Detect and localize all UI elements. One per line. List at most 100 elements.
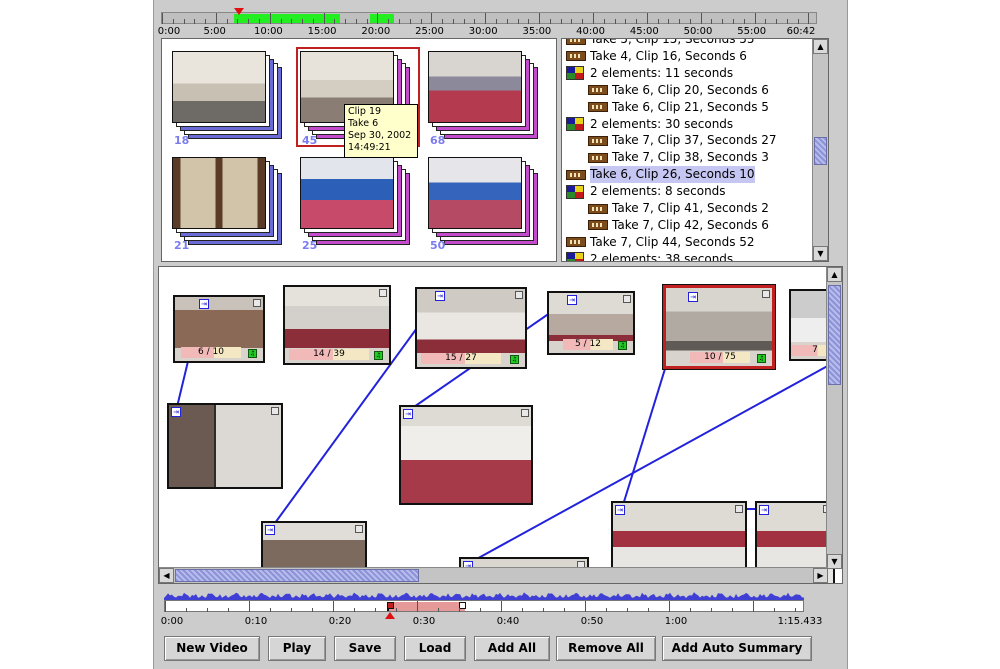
- audio-indicator-icon: ♫: [374, 351, 383, 360]
- link-port-icon[interactable]: ⇥: [171, 407, 181, 417]
- clip-stack[interactable]: [172, 51, 282, 139]
- scroll-thumb[interactable]: [814, 137, 827, 165]
- play-button[interactable]: Play: [268, 636, 326, 661]
- tree-group-item[interactable]: 2 elements: 8 seconds: [566, 183, 726, 200]
- tree-clip-item[interactable]: Take 6, Clip 20, Seconds 6: [588, 82, 769, 99]
- tree-clip-item[interactable]: Take 5, Clip 15, Seconds 55: [566, 39, 755, 48]
- clip-thumbnail[interactable]: [428, 51, 522, 123]
- tree-clip-item[interactable]: Take 4, Clip 16, Seconds 6: [566, 48, 747, 65]
- selection-end-handle[interactable]: [459, 602, 466, 609]
- scroll-up-arrow-icon[interactable]: ▲: [827, 267, 842, 282]
- timeline-tick: [215, 13, 217, 24]
- timeline-tick: [614, 19, 616, 24]
- add-all-button[interactable]: Add All: [474, 636, 550, 661]
- scroll-up-arrow-icon[interactable]: ▲: [813, 39, 828, 54]
- tree-clip-item[interactable]: Take 6, Clip 21, Seconds 5: [588, 99, 769, 116]
- timeline-tick: [366, 19, 368, 24]
- tree-item-label: Take 6, Clip 21, Seconds 5: [612, 99, 769, 114]
- card-corner-box[interactable]: [515, 291, 523, 299]
- storyboard-clip-card[interactable]: ⇥ 15 / 27 ♫: [415, 287, 527, 369]
- playhead-marker[interactable]: [385, 612, 395, 619]
- timeline-label: 30:00: [468, 26, 498, 37]
- timeline-tick: [668, 19, 670, 24]
- card-corner-box[interactable]: [253, 299, 261, 307]
- storyboard-clip-card[interactable]: ⇥ 10 / 75 ♫: [662, 284, 776, 370]
- link-port-icon[interactable]: ⇥: [199, 299, 209, 309]
- storyboard-clip-card[interactable]: ⇥ 6 / 10 ♫: [173, 295, 265, 363]
- card-corner-box[interactable]: [521, 409, 529, 417]
- link-port-icon[interactable]: ⇥: [265, 525, 275, 535]
- timeline-label: 25:00: [415, 26, 444, 37]
- card-corner-box[interactable]: [762, 290, 770, 298]
- card-corner-box[interactable]: [735, 505, 743, 513]
- tree-clip-item[interactable]: Take 7, Clip 44, Seconds 52: [566, 234, 755, 251]
- card-corner-box[interactable]: [355, 525, 363, 533]
- group-icon: [566, 184, 584, 199]
- link-port-icon[interactable]: ⇥: [567, 295, 577, 305]
- top-timeline-ruler[interactable]: [161, 12, 817, 24]
- storyboard-canvas[interactable]: ⇥ 6 / 10 ♫ 14 / 39 ♫ ⇥ 15 / 27 ♫ ⇥ 5 / 12 ♫ ⇥ 10 / 7…: [158, 266, 843, 584]
- load-button[interactable]: Load: [404, 636, 466, 661]
- tree-clip-item[interactable]: Take 7, Clip 41, Seconds 2: [588, 200, 769, 217]
- tree-vertical-scrollbar[interactable]: ▲ ▼: [812, 39, 828, 261]
- clip-thumbnail[interactable]: [172, 51, 266, 123]
- clip-stack[interactable]: [172, 157, 282, 245]
- tree-item-label: 2 elements: 38 seconds: [590, 251, 734, 262]
- link-port-icon[interactable]: ⇥: [403, 409, 413, 419]
- timeline-tick: [549, 19, 551, 24]
- link-port-icon[interactable]: ⇥: [435, 291, 445, 301]
- clip-stack[interactable]: [428, 51, 538, 139]
- scroll-thumb[interactable]: [175, 569, 419, 582]
- link-port-icon[interactable]: ⇥: [759, 505, 769, 515]
- card-corner-box[interactable]: [271, 407, 279, 415]
- clip-thumbnail[interactable]: [300, 157, 394, 229]
- clip-stack[interactable]: [300, 157, 410, 245]
- film-clip-icon: [588, 220, 608, 231]
- timeline-label: 10:00: [253, 26, 283, 37]
- bottom-timeline-ruler[interactable]: [164, 600, 804, 612]
- playhead-marker[interactable]: [234, 8, 244, 15]
- remove-all-button[interactable]: Remove All: [556, 636, 656, 661]
- waveform-path: [164, 592, 804, 600]
- scroll-down-arrow-icon[interactable]: ▼: [813, 246, 828, 261]
- timeline-tick: [669, 601, 670, 612]
- storyboard-clip-card[interactable]: ⇥: [399, 405, 533, 505]
- scroll-left-arrow-icon[interactable]: ◀: [159, 568, 174, 583]
- bottom-timeline[interactable]: 0:00 0:10 0:20 0:30 0:40 0:50 1:00 1:15.433: [161, 590, 839, 630]
- timeline-tick: [291, 19, 293, 24]
- video-editor-window: 0:00 5:00 10:00 15:00 20:00 25:00 30:00 35:00 40…: [153, 0, 848, 669]
- tree-clip-item[interactable]: Take 7, Clip 38, Seconds 3: [588, 149, 769, 166]
- timeline-tick: [312, 608, 313, 612]
- top-timeline[interactable]: 0:00 5:00 10:00 15:00 20:00 25:00 30:00 35:00 40…: [158, 8, 817, 38]
- tree-clip-item[interactable]: Take 7, Clip 37, Seconds 27: [588, 132, 777, 149]
- tree-group-item[interactable]: 2 elements: 38 seconds: [566, 251, 734, 262]
- card-corner-box[interactable]: [379, 289, 387, 297]
- timeline-tick: [207, 608, 208, 612]
- link-port-icon[interactable]: ⇥: [688, 292, 698, 302]
- link-port-icon[interactable]: ⇥: [615, 505, 625, 515]
- clip-stack[interactable]: [428, 157, 538, 245]
- scroll-thumb[interactable]: [828, 285, 841, 385]
- card-corner-box[interactable]: [623, 295, 631, 303]
- tree-clip-item[interactable]: Take 6, Clip 26, Seconds 10: [566, 166, 755, 184]
- tree-clip-item[interactable]: Take 7, Clip 42, Seconds 6: [588, 217, 769, 234]
- clip-thumbnail[interactable]: [172, 157, 266, 229]
- tree-item-label: Take 7, Clip 38, Seconds 3: [612, 150, 769, 165]
- new-video-button[interactable]: New Video: [164, 636, 260, 661]
- scroll-right-arrow-icon[interactable]: ▶: [813, 568, 828, 583]
- timeline-tick: [539, 13, 541, 24]
- canvas-vertical-scrollbar[interactable]: ▲ ▼: [826, 267, 842, 569]
- canvas-horizontal-scrollbar[interactable]: ◀ ▶: [159, 567, 828, 583]
- tree-group-item[interactable]: 2 elements: 11 seconds: [566, 65, 733, 82]
- save-button[interactable]: Save: [334, 636, 396, 661]
- clip-thumbnail[interactable]: [428, 157, 522, 229]
- selection-start-handle[interactable]: [387, 602, 394, 609]
- storyboard-clip-card[interactable]: 14 / 39 ♫: [283, 285, 391, 365]
- storyboard-clip-card[interactable]: ⇥ 5 / 12 ♫: [547, 291, 635, 355]
- scroll-down-arrow-icon[interactable]: ▼: [827, 554, 842, 569]
- timeline-tick: [585, 601, 586, 612]
- tree-group-item[interactable]: 2 elements: 30 seconds: [566, 116, 733, 133]
- add-auto-summary-button[interactable]: Add Auto Summary: [662, 636, 812, 661]
- storyboard-clip-card[interactable]: ⇥: [167, 403, 283, 489]
- bottom-timeline-selection[interactable]: [387, 602, 465, 611]
